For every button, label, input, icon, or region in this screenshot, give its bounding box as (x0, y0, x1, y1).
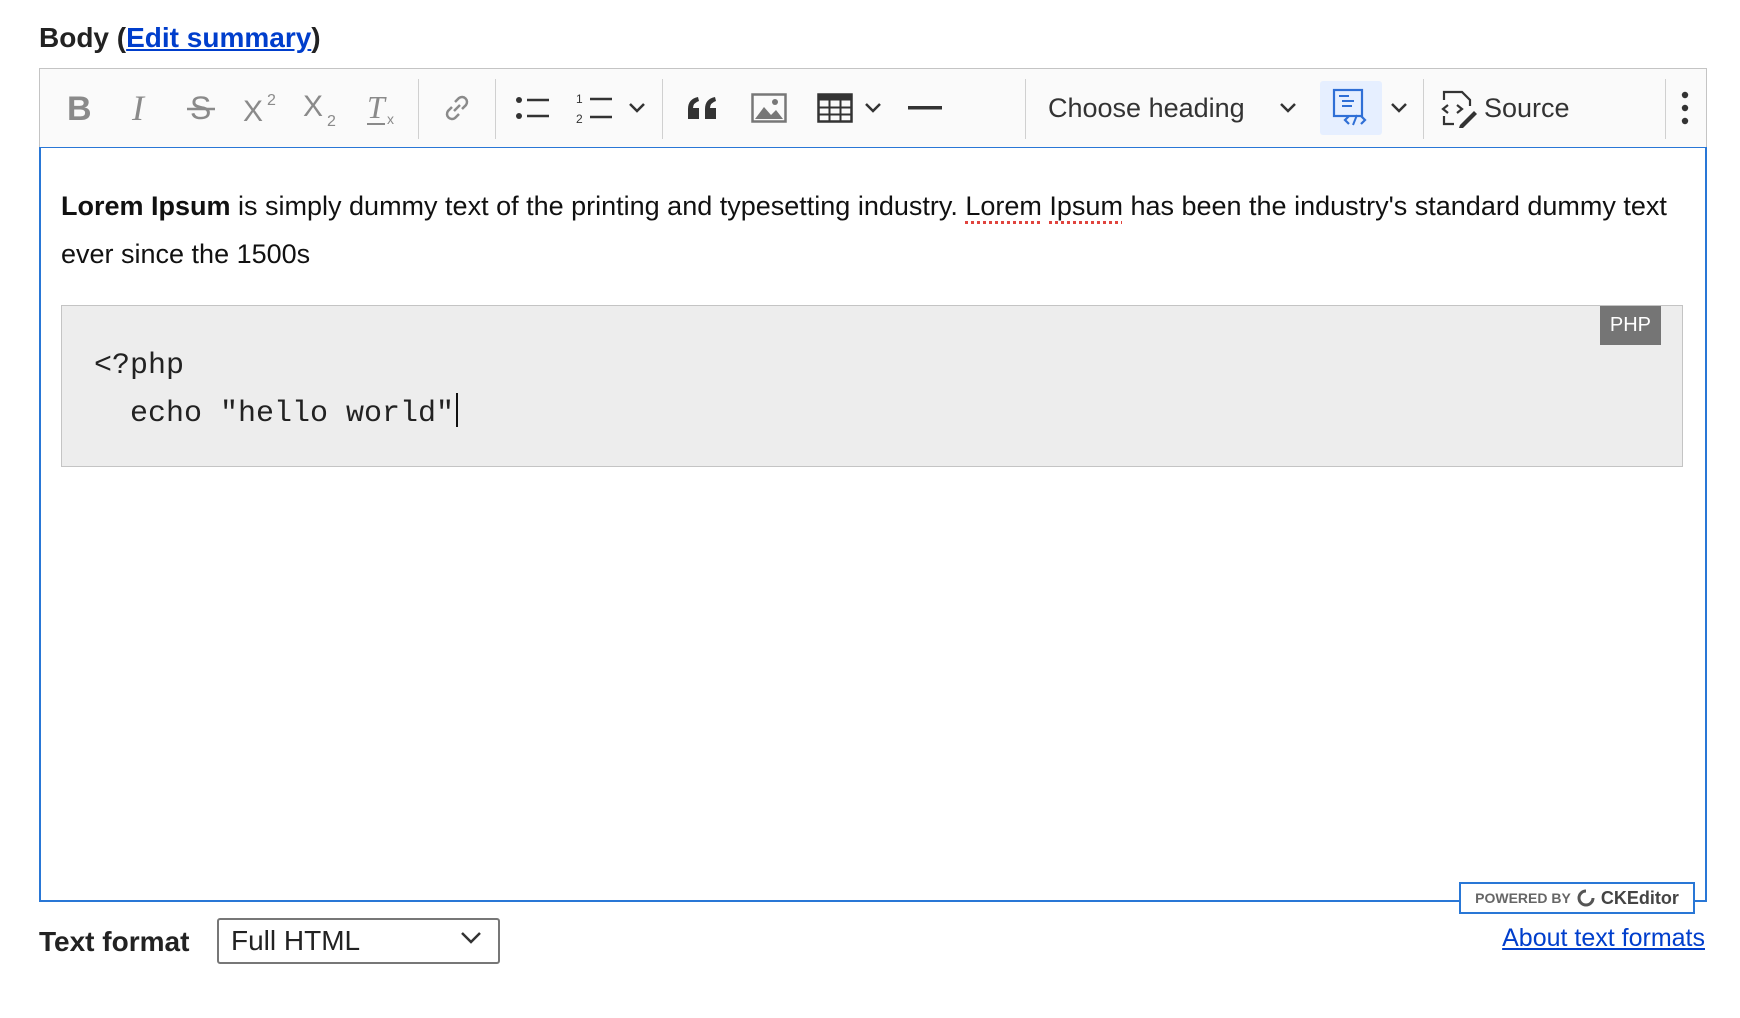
numbered-list-icon[interactable]: 12 (570, 81, 620, 135)
toolbar-separator (418, 79, 419, 139)
table-dropdown-icon[interactable] (858, 81, 888, 135)
svg-text:2: 2 (267, 92, 276, 109)
misspelled-word: Ipsum (1049, 191, 1123, 221)
rich-text-editor: B I S X2 X2 Tx 12 Choose heading Source … (39, 68, 1707, 914)
svg-text:1: 1 (576, 92, 583, 106)
misspelled-word: Lorem (965, 191, 1042, 221)
source-button[interactable]: Source (1438, 81, 1588, 135)
code-line: <?php (94, 349, 185, 383)
source-label: Source (1484, 92, 1570, 123)
body-label: Body (39, 22, 109, 53)
svg-text:I: I (131, 91, 146, 125)
text-caret (456, 393, 459, 427)
text-format-select[interactable]: Full HTML (217, 918, 500, 964)
svg-text:T: T (367, 89, 387, 125)
powered-by-badge[interactable]: POWERED BY CKEditor (1459, 882, 1695, 914)
bulleted-list-icon[interactable] (508, 81, 558, 135)
text-format-value: Full HTML (231, 925, 361, 956)
subscript-icon[interactable]: X2 (296, 81, 346, 135)
numbered-list-dropdown-icon[interactable] (622, 81, 652, 135)
paragraph[interactable]: Lorem Ipsum is simply dummy text of the … (61, 182, 1691, 278)
svg-text:2: 2 (576, 112, 583, 125)
about-text-formats-link[interactable]: About text formats (1502, 924, 1705, 953)
remove-format-icon[interactable]: Tx (358, 81, 408, 135)
superscript-icon[interactable]: X2 (236, 81, 286, 135)
chevron-down-icon (1279, 103, 1296, 113)
powered-by-label: POWERED BY (1475, 890, 1571, 906)
svg-text:X: X (303, 90, 323, 123)
code-block-dropdown-icon[interactable] (1384, 81, 1414, 135)
italic-icon[interactable]: I (118, 81, 164, 135)
source-icon (1441, 90, 1477, 128)
toolbar-separator (662, 79, 663, 139)
svg-text:X: X (243, 95, 263, 125)
paren-close: ) (311, 22, 321, 53)
editor-toolbar: B I S X2 X2 Tx 12 Choose heading Source (39, 68, 1707, 148)
strikethrough-icon[interactable]: S (178, 81, 224, 135)
toolbar-separator (1423, 79, 1424, 139)
paragraph-text: is simply dummy text of the printing and… (230, 191, 966, 221)
heading-dropdown-label: Choose heading (1048, 92, 1245, 123)
powered-by-brand: CKEditor (1600, 887, 1679, 908)
code-content[interactable]: <?php echo "hello world" (94, 342, 459, 438)
table-icon[interactable] (810, 81, 860, 135)
chevron-down-icon (461, 932, 481, 944)
bold-text: Lorem Ipsum (61, 191, 231, 221)
body-field-label: Body (Edit summary) (39, 22, 321, 54)
bold-icon[interactable]: B (56, 81, 102, 135)
toolbar-separator (1665, 79, 1666, 139)
svg-text:B: B (67, 91, 92, 125)
code-language-badge: PHP (1599, 306, 1661, 345)
heading-dropdown[interactable]: Choose heading (1048, 81, 1297, 135)
block-quote-icon[interactable] (678, 81, 728, 135)
link-icon[interactable] (432, 81, 482, 135)
edit-summary-link[interactable]: Edit summary (126, 22, 311, 53)
code-block-icon[interactable] (1320, 81, 1382, 135)
paren-open: ( (116, 22, 127, 53)
ckeditor-logo-icon (1577, 889, 1595, 907)
toolbar-separator (1025, 79, 1026, 139)
code-line: echo "hello world" (94, 397, 455, 431)
more-icon[interactable] (1670, 81, 1700, 135)
editor-content-area[interactable]: Lorem Ipsum is simply dummy text of the … (39, 147, 1707, 902)
svg-text:2: 2 (327, 113, 336, 128)
code-block[interactable]: PHP <?php echo "hello world" (61, 305, 1683, 467)
image-icon[interactable] (744, 81, 794, 135)
horizontal-line-icon[interactable] (900, 81, 950, 135)
text-format-label: Text format (39, 926, 190, 957)
svg-text:x: x (387, 111, 394, 127)
toolbar-separator (495, 79, 496, 139)
